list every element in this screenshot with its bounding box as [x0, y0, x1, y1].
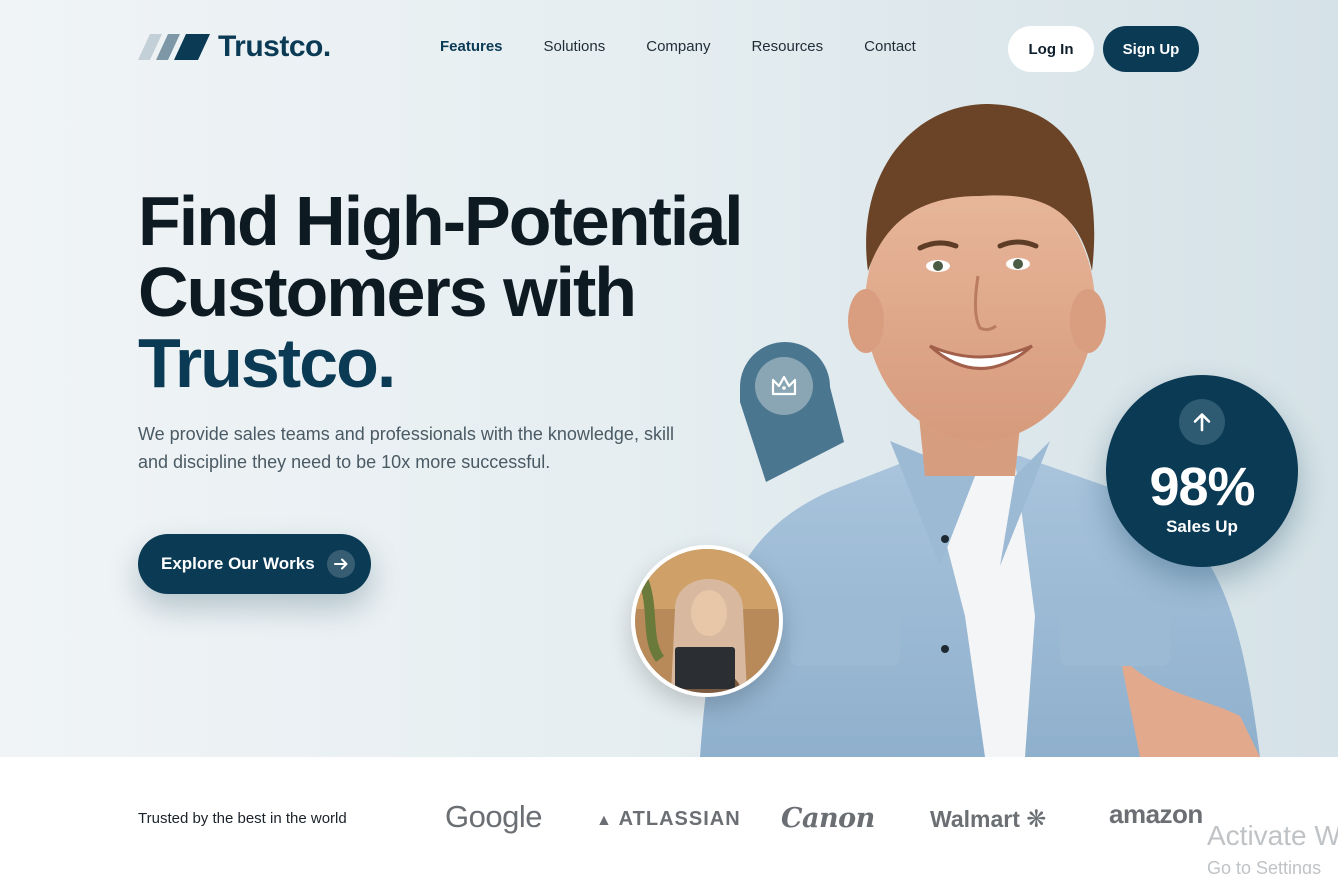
- trusted-by-text: Trusted by the best in the world: [138, 810, 347, 827]
- sales-stat-badge: 98% Sales Up: [1106, 375, 1298, 567]
- login-button[interactable]: Log In: [1008, 26, 1094, 72]
- spark-icon: ❋: [1026, 806, 1047, 833]
- main-nav: Features Solutions Company Resources Con…: [440, 38, 957, 55]
- brand-logo-canon: Canon: [781, 803, 875, 834]
- brand-logo-walmart: Walmart ❋: [930, 805, 1046, 834]
- hero-section: Trustco. Features Solutions Company Reso…: [0, 0, 1338, 757]
- brand-walmart-label: Walmart: [930, 806, 1020, 832]
- explore-button-label: Explore Our Works: [161, 554, 315, 573]
- avatar: [631, 545, 783, 697]
- brand-atlassian-label: ATLASSIAN: [618, 808, 741, 830]
- arrow-up-icon: [1179, 399, 1225, 445]
- crown-icon: [755, 357, 813, 415]
- headline-accent: Trustco.: [138, 324, 396, 402]
- brand-logo-atlassian: ▲ ATLASSIAN: [596, 808, 741, 831]
- explore-button[interactable]: Explore Our Works: [138, 534, 371, 594]
- nav-company[interactable]: Company: [646, 38, 710, 55]
- activate-windows-subtext: Go to Settings: [1207, 858, 1322, 874]
- brand-logo-amazon: amazon: [1109, 799, 1203, 829]
- hero-subtext: We provide sales teams and professionals…: [138, 424, 674, 472]
- trusted-by-section: Trusted by the best in the world Google …: [0, 757, 1338, 874]
- arrow-right-icon: [327, 550, 355, 578]
- brand-name: Trustco.: [218, 30, 331, 63]
- stat-value: 98%: [1149, 457, 1255, 517]
- nav-resources[interactable]: Resources: [751, 38, 823, 55]
- brand-logo-google: Google: [445, 799, 542, 834]
- atlassian-mark-icon: ▲: [596, 812, 613, 829]
- logo[interactable]: Trustco.: [138, 30, 331, 64]
- nav-features[interactable]: Features: [440, 38, 503, 55]
- signup-button[interactable]: Sign Up: [1103, 26, 1199, 72]
- activate-windows-watermark: Activate W: [1207, 820, 1338, 851]
- nav-solutions[interactable]: Solutions: [544, 38, 606, 55]
- logo-mark-icon: [138, 34, 210, 60]
- stat-label: Sales Up: [1166, 517, 1238, 536]
- headline-line-2: Customers with: [138, 253, 637, 331]
- nav-contact[interactable]: Contact: [864, 38, 916, 55]
